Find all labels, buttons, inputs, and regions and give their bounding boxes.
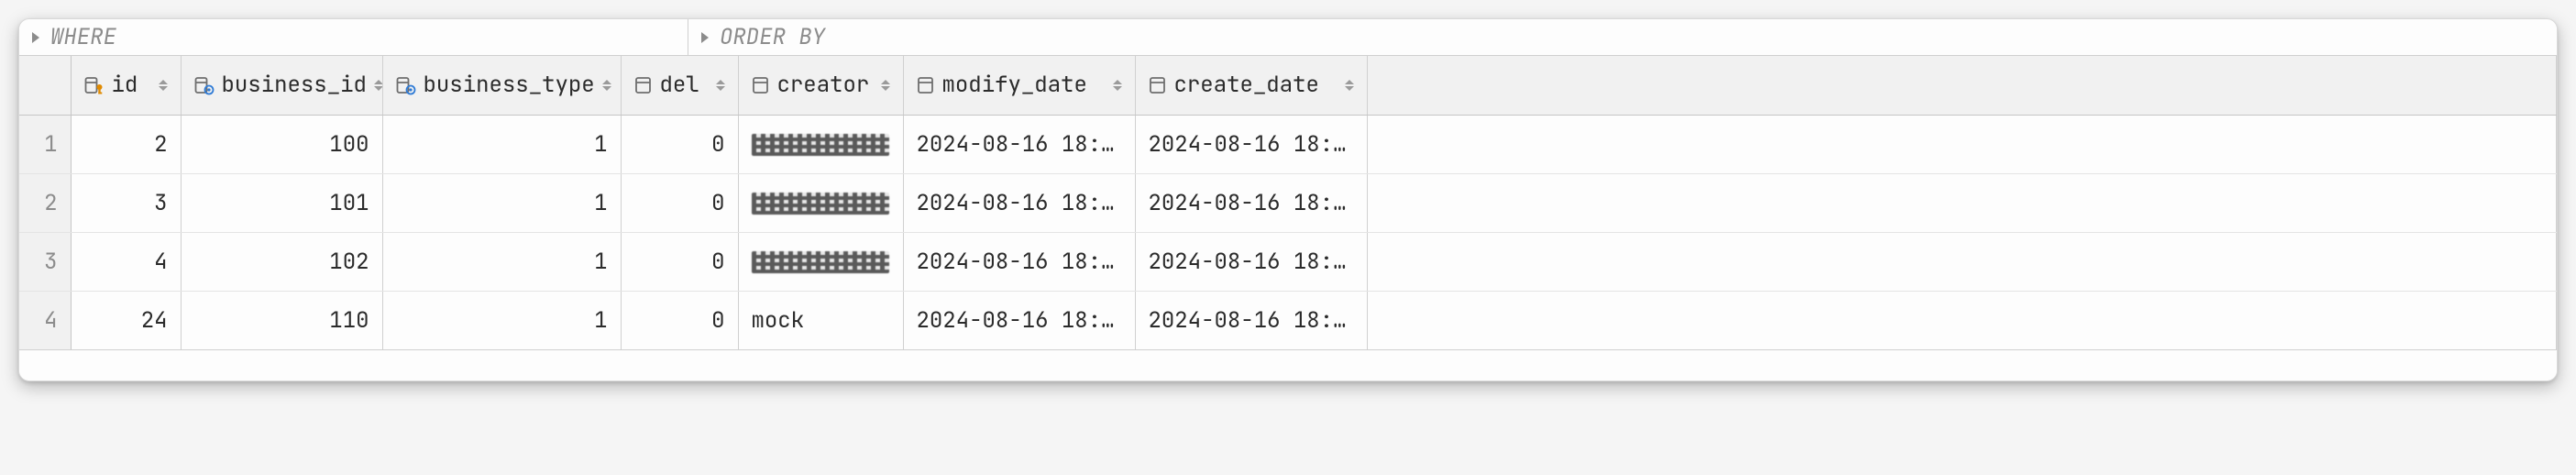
cell-create-date[interactable]: 2024-08-16 18:41:10	[1135, 291, 1367, 349]
corner-cell	[19, 56, 71, 115]
row-number[interactable]: 1	[19, 115, 71, 173]
cell-business-type[interactable]: 1	[382, 173, 621, 232]
row-number[interactable]: 3	[19, 232, 71, 291]
cell-create-date[interactable]: 2024-08-16 18:40:53	[1135, 232, 1367, 291]
cell-create-date[interactable]: 2024-08-16 18:40:50	[1135, 173, 1367, 232]
column-header-business-type[interactable]: business_type	[382, 56, 621, 115]
primary-key-column-icon	[84, 75, 105, 95]
sort-icon[interactable]	[374, 80, 382, 91]
column-label: del	[660, 71, 709, 99]
cell-id[interactable]: 3	[71, 173, 181, 232]
cell-modify-date[interactable]: 2024-08-16 18:41:10	[903, 291, 1135, 349]
row-number[interactable]: 4	[19, 291, 71, 349]
cell-del[interactable]: 0	[621, 291, 738, 349]
column-label: business_type	[424, 71, 595, 99]
indexed-column-icon	[194, 75, 215, 95]
cell-business-id[interactable]: 101	[181, 173, 382, 232]
sort-icon[interactable]	[716, 80, 725, 91]
where-placeholder: WHERE	[50, 23, 116, 51]
cell-modify-date[interactable]: 2024-08-16 18:40:41	[903, 115, 1135, 173]
table-row[interactable]: 42411010mock2024-08-16 18:41:102024-08-1…	[19, 291, 2557, 349]
column-icon	[634, 75, 653, 95]
column-header-business-id[interactable]: business_id	[181, 56, 382, 115]
cell-creator[interactable]: mock	[738, 291, 903, 349]
cell-empty	[1367, 115, 2557, 173]
cell-modify-date[interactable]: 2024-08-16 18:40:53	[903, 232, 1135, 291]
column-icon	[1149, 75, 1167, 95]
cell-empty	[1367, 173, 2557, 232]
sort-icon[interactable]	[881, 80, 890, 91]
column-label: id	[112, 71, 151, 99]
column-label: business_id	[222, 71, 367, 99]
column-header-del[interactable]: del	[621, 56, 738, 115]
redacted-value	[752, 251, 889, 273]
cell-id[interactable]: 24	[71, 291, 181, 349]
cell-creator[interactable]	[738, 115, 903, 173]
cell-modify-date[interactable]: 2024-08-16 18:40:50	[903, 173, 1135, 232]
cell-create-date[interactable]: 2024-08-16 18:40:41	[1135, 115, 1367, 173]
cell-del[interactable]: 0	[621, 232, 738, 291]
column-header-empty	[1367, 56, 2557, 115]
redacted-value	[752, 193, 889, 215]
grid-footer	[19, 349, 2557, 381]
data-table: id	[19, 56, 2557, 349]
column-label: modify_date	[942, 71, 1106, 99]
cell-empty	[1367, 291, 2557, 349]
column-label: create_date	[1174, 71, 1338, 99]
result-grid[interactable]: id	[19, 56, 2557, 349]
cell-business-type[interactable]: 1	[382, 115, 621, 173]
orderby-filter[interactable]: ORDER BY	[688, 19, 2557, 55]
where-filter[interactable]: WHERE	[19, 19, 688, 55]
column-header-create-date[interactable]: create_date	[1135, 56, 1367, 115]
cell-id[interactable]: 2	[71, 115, 181, 173]
result-panel: WHERE ORDER BY	[18, 18, 2558, 381]
column-label: creator	[777, 71, 874, 99]
cell-business-type[interactable]: 1	[382, 232, 621, 291]
table-row[interactable]: 3410210 2024-08-16 18:40:532024-08-16 18:…	[19, 232, 2557, 291]
cell-empty	[1367, 232, 2557, 291]
sort-icon[interactable]	[602, 80, 611, 91]
cell-id[interactable]: 4	[71, 232, 181, 291]
cell-del[interactable]: 0	[621, 173, 738, 232]
column-header-modify-date[interactable]: modify_date	[903, 56, 1135, 115]
table-row[interactable]: 12100102024-08-16 18:40:412024-08-16 18:…	[19, 115, 2557, 173]
row-number[interactable]: 2	[19, 173, 71, 232]
cell-business-id[interactable]: 110	[181, 291, 382, 349]
cell-creator[interactable]	[738, 232, 903, 291]
header-row: id	[19, 56, 2557, 115]
column-header-creator[interactable]: creator	[738, 56, 903, 115]
column-header-id[interactable]: id	[71, 56, 181, 115]
cell-business-type[interactable]: 1	[382, 291, 621, 349]
sort-icon[interactable]	[1113, 80, 1122, 91]
indexed-column-icon	[396, 75, 416, 95]
cell-business-id[interactable]: 102	[181, 232, 382, 291]
redacted-value	[752, 134, 889, 156]
column-icon	[917, 75, 935, 95]
cell-business-id[interactable]: 100	[181, 115, 382, 173]
column-icon	[752, 75, 770, 95]
cell-creator[interactable]	[738, 173, 903, 232]
table-row[interactable]: 2310110 2024-08-16 18:40:502024-08-16 18:…	[19, 173, 2557, 232]
sort-icon[interactable]	[1345, 80, 1354, 91]
expand-arrow-icon	[701, 32, 709, 43]
expand-arrow-icon	[32, 32, 39, 43]
sort-icon[interactable]	[159, 80, 168, 91]
filter-bar: WHERE ORDER BY	[19, 19, 2557, 56]
orderby-placeholder: ORDER BY	[720, 23, 825, 51]
cell-del[interactable]: 0	[621, 115, 738, 173]
